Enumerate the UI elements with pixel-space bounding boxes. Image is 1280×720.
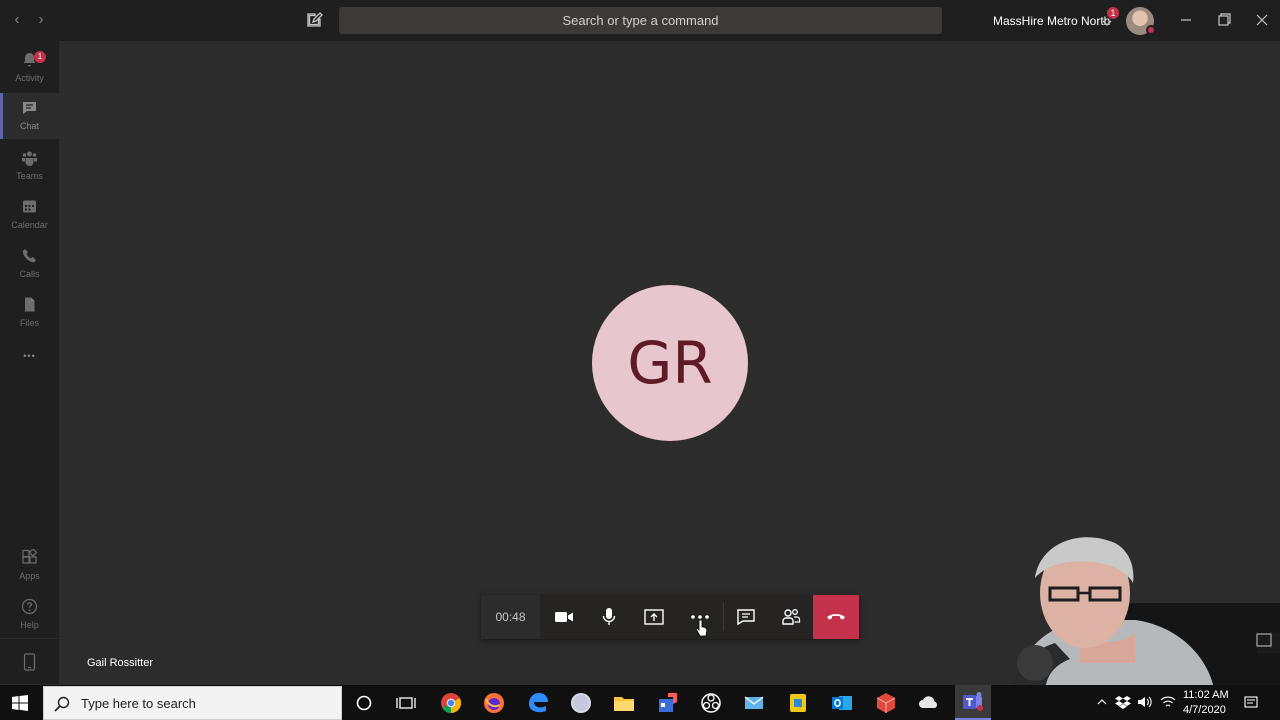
rail-item-label: Activity	[15, 73, 44, 83]
microphone-toggle-button[interactable]	[586, 595, 631, 639]
conversation-button[interactable]	[723, 595, 768, 639]
teams-icon	[963, 692, 983, 711]
conversation-icon	[737, 609, 755, 626]
rail-item-files[interactable]: Files	[0, 290, 59, 336]
rail-item-help[interactable]: Help	[0, 592, 59, 638]
app-icon-2[interactable]	[786, 691, 810, 715]
dropbox-icon[interactable]	[1115, 695, 1131, 709]
org-notification-badge: 1	[1107, 7, 1119, 19]
rail-item-label: Chat	[19, 121, 39, 131]
search-icon	[54, 696, 70, 712]
rail-item-chat[interactable]: Chat	[0, 93, 59, 139]
share-screen-button[interactable]	[631, 595, 676, 639]
cloud-icon[interactable]	[917, 691, 941, 715]
participant-avatar: GR	[592, 285, 748, 441]
calendar-icon	[23, 200, 36, 213]
rail-item-label: Help	[20, 620, 39, 630]
cortana-icon[interactable]	[352, 691, 376, 715]
teams-window: ‹ › Search or type a command MassHire Me…	[0, 0, 1280, 720]
package-icon[interactable]	[874, 691, 898, 715]
device-button[interactable]	[0, 638, 59, 684]
file-explorer-icon[interactable]	[612, 691, 636, 715]
chevron-up-icon[interactable]	[1097, 697, 1107, 707]
chrome-icon[interactable]	[439, 691, 463, 715]
app-icon[interactable]	[569, 691, 593, 715]
apps-icon	[22, 549, 38, 564]
store-icon[interactable]	[656, 691, 680, 715]
rail-item-label: Calls	[19, 269, 40, 279]
video-camera-icon	[555, 612, 573, 622]
teams-icon	[22, 151, 37, 166]
phone-icon	[22, 249, 36, 263]
rail-item-label: Apps	[19, 571, 40, 581]
windows-taskbar: Type here to search 11:02 AM 4/7/2020	[0, 685, 1280, 720]
clock-time[interactable]: 11:02 AM	[1183, 689, 1229, 702]
task-view-icon[interactable]	[394, 691, 418, 715]
rail-item-calendar[interactable]: Calendar	[0, 192, 59, 238]
volume-icon[interactable]	[1137, 695, 1153, 709]
command-search-input[interactable]: Search or type a command	[339, 7, 942, 34]
mail-icon[interactable]	[742, 691, 766, 715]
outlook-icon[interactable]	[830, 691, 854, 715]
rail-item-calls[interactable]: Calls	[0, 241, 59, 287]
notifications-icon[interactable]	[1244, 695, 1258, 709]
close-icon[interactable]	[1252, 11, 1272, 29]
file-icon	[25, 297, 35, 312]
rail-item-label: Calendar	[11, 220, 48, 230]
clock-date[interactable]: 4/7/2020	[1183, 704, 1226, 717]
help-icon	[21, 598, 38, 615]
org-switcher[interactable]: MassHire Metro North	[993, 13, 1110, 29]
participants-icon	[782, 609, 801, 625]
windows-start-icon[interactable]	[12, 695, 28, 711]
call-timer: 00:48	[481, 595, 540, 639]
rail-item-label: Teams	[16, 171, 43, 181]
taskbar-search-input[interactable]: Type here to search	[43, 686, 342, 720]
hang-up-button[interactable]	[813, 595, 859, 639]
compose-icon[interactable]	[305, 11, 323, 29]
restore-icon[interactable]	[1214, 11, 1234, 29]
participant-name: Gail Rossitter	[87, 657, 154, 669]
taskbar-teams-button[interactable]	[955, 685, 991, 720]
share-screen-icon	[644, 609, 664, 625]
activity-badge: 1	[34, 51, 46, 63]
minimize-icon[interactable]	[1176, 11, 1196, 29]
mobile-icon	[23, 653, 36, 671]
webcam-overlay	[1014, 537, 1280, 695]
microphone-icon	[602, 608, 616, 625]
camera-toggle-button[interactable]	[541, 595, 586, 639]
chat-icon	[23, 102, 36, 114]
more-apps-button[interactable]: •••	[0, 351, 59, 361]
mouse-pointer-icon	[696, 619, 708, 637]
wifi-icon[interactable]	[1160, 695, 1176, 709]
obs-icon[interactable]	[699, 691, 723, 715]
hang-up-icon	[827, 614, 845, 620]
title-bar: ‹ › Search or type a command MassHire Me…	[0, 0, 1280, 41]
rail-item-label: Files	[19, 318, 39, 328]
status-badge	[1146, 25, 1156, 35]
rail-item-teams[interactable]: Teams	[0, 143, 59, 189]
rail-item-activity[interactable]: 1 Activity	[0, 45, 59, 91]
app-rail: 1 Activity Chat Teams Calendar Calls Fil…	[0, 41, 59, 684]
forward-button[interactable]: ›	[32, 11, 50, 29]
edge-icon[interactable]	[526, 691, 550, 715]
rail-item-apps[interactable]: Apps	[0, 543, 59, 589]
call-controls: 00:48	[481, 595, 859, 639]
firefox-icon[interactable]	[482, 691, 506, 715]
back-button[interactable]: ‹	[8, 11, 26, 29]
taskbar-search-placeholder: Type here to search	[81, 696, 196, 711]
participants-button[interactable]	[768, 595, 813, 639]
